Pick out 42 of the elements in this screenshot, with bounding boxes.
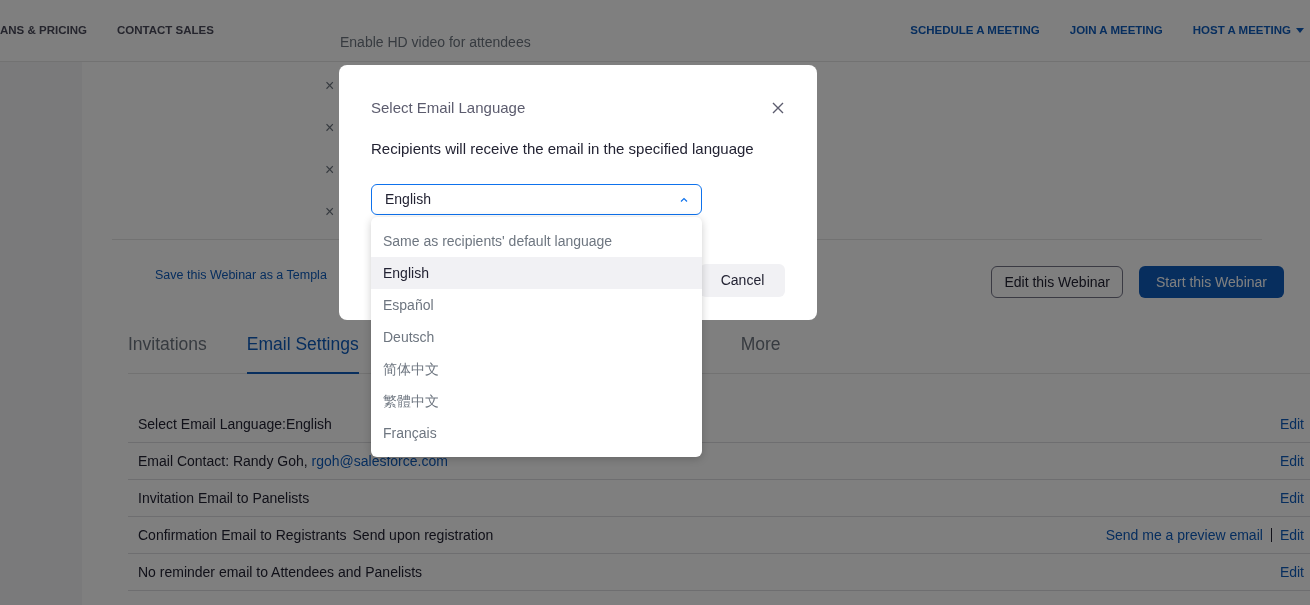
dialog-description: Recipients will receive the email in the specified language xyxy=(371,138,755,159)
setting-detail: Send upon registration xyxy=(352,525,494,545)
dropdown-option[interactable]: Español xyxy=(371,289,702,321)
action-link[interactable]: Edit xyxy=(1279,561,1304,583)
template-link[interactable]: Save this Webinar as a Templa xyxy=(155,265,327,285)
dropdown-option[interactable]: English xyxy=(371,257,702,289)
remove-mark[interactable]: × xyxy=(325,160,335,180)
language-select[interactable]: English xyxy=(371,184,702,215)
close-icon[interactable] xyxy=(772,102,784,115)
setting-label: Confirmation Email to Registrants xyxy=(138,525,347,545)
remove-mark[interactable]: × xyxy=(325,202,335,222)
nav-link[interactable]: SCHEDULE A MEETING xyxy=(910,21,1040,40)
tab[interactable]: Invitations xyxy=(128,324,207,373)
setting-label: Email Contact: Randy Goh, xyxy=(138,451,309,471)
setting-label: No reminder email to Attendees and Panelists xyxy=(138,562,423,582)
action-link[interactable]: Edit xyxy=(1279,487,1304,509)
dropdown-option[interactable]: 简体中文 xyxy=(371,353,702,385)
cancel-button[interactable]: Cancel xyxy=(700,264,785,297)
action-link[interactable]: Edit xyxy=(1279,450,1304,472)
start-button[interactable]: Start this Webinar xyxy=(1139,266,1284,298)
action-link[interactable]: Edit xyxy=(1279,413,1304,435)
tab[interactable]: Email Settings xyxy=(246,324,359,374)
nav-link[interactable]: CONTACT SALES xyxy=(116,21,214,40)
edit-button[interactable]: Edit this Webinar xyxy=(991,266,1123,298)
remove-mark[interactable]: × xyxy=(325,118,335,138)
action-link[interactable]: Edit xyxy=(1279,524,1304,546)
nav-link[interactable]: JOIN A MEETING xyxy=(1069,21,1163,40)
setting-label: Select Email Language:English xyxy=(138,414,332,434)
caret-icon[interactable] xyxy=(1296,28,1304,33)
dropdown-option[interactable]: Français xyxy=(371,417,702,449)
setting-label: Invitation Email to Panelists xyxy=(138,488,310,508)
dropdown-option[interactable]: Same as recipients' default language xyxy=(371,225,702,257)
setting-label: Enable HD video for attendees xyxy=(340,33,531,52)
caret-icon xyxy=(680,197,688,202)
dialog-title: Select Email Language xyxy=(371,98,526,118)
tab[interactable]: More xyxy=(740,324,781,373)
nav-link[interactable]: ANS & PRICING xyxy=(0,21,87,40)
action-link[interactable]: Send me a preview email xyxy=(1105,524,1263,546)
remove-mark[interactable]: × xyxy=(325,76,335,96)
dropdown-option[interactable]: Deutsch xyxy=(371,321,702,353)
nav-link[interactable]: HOST A MEETING xyxy=(1192,21,1291,40)
dropdown-option[interactable]: 繁體中文 xyxy=(371,385,702,417)
